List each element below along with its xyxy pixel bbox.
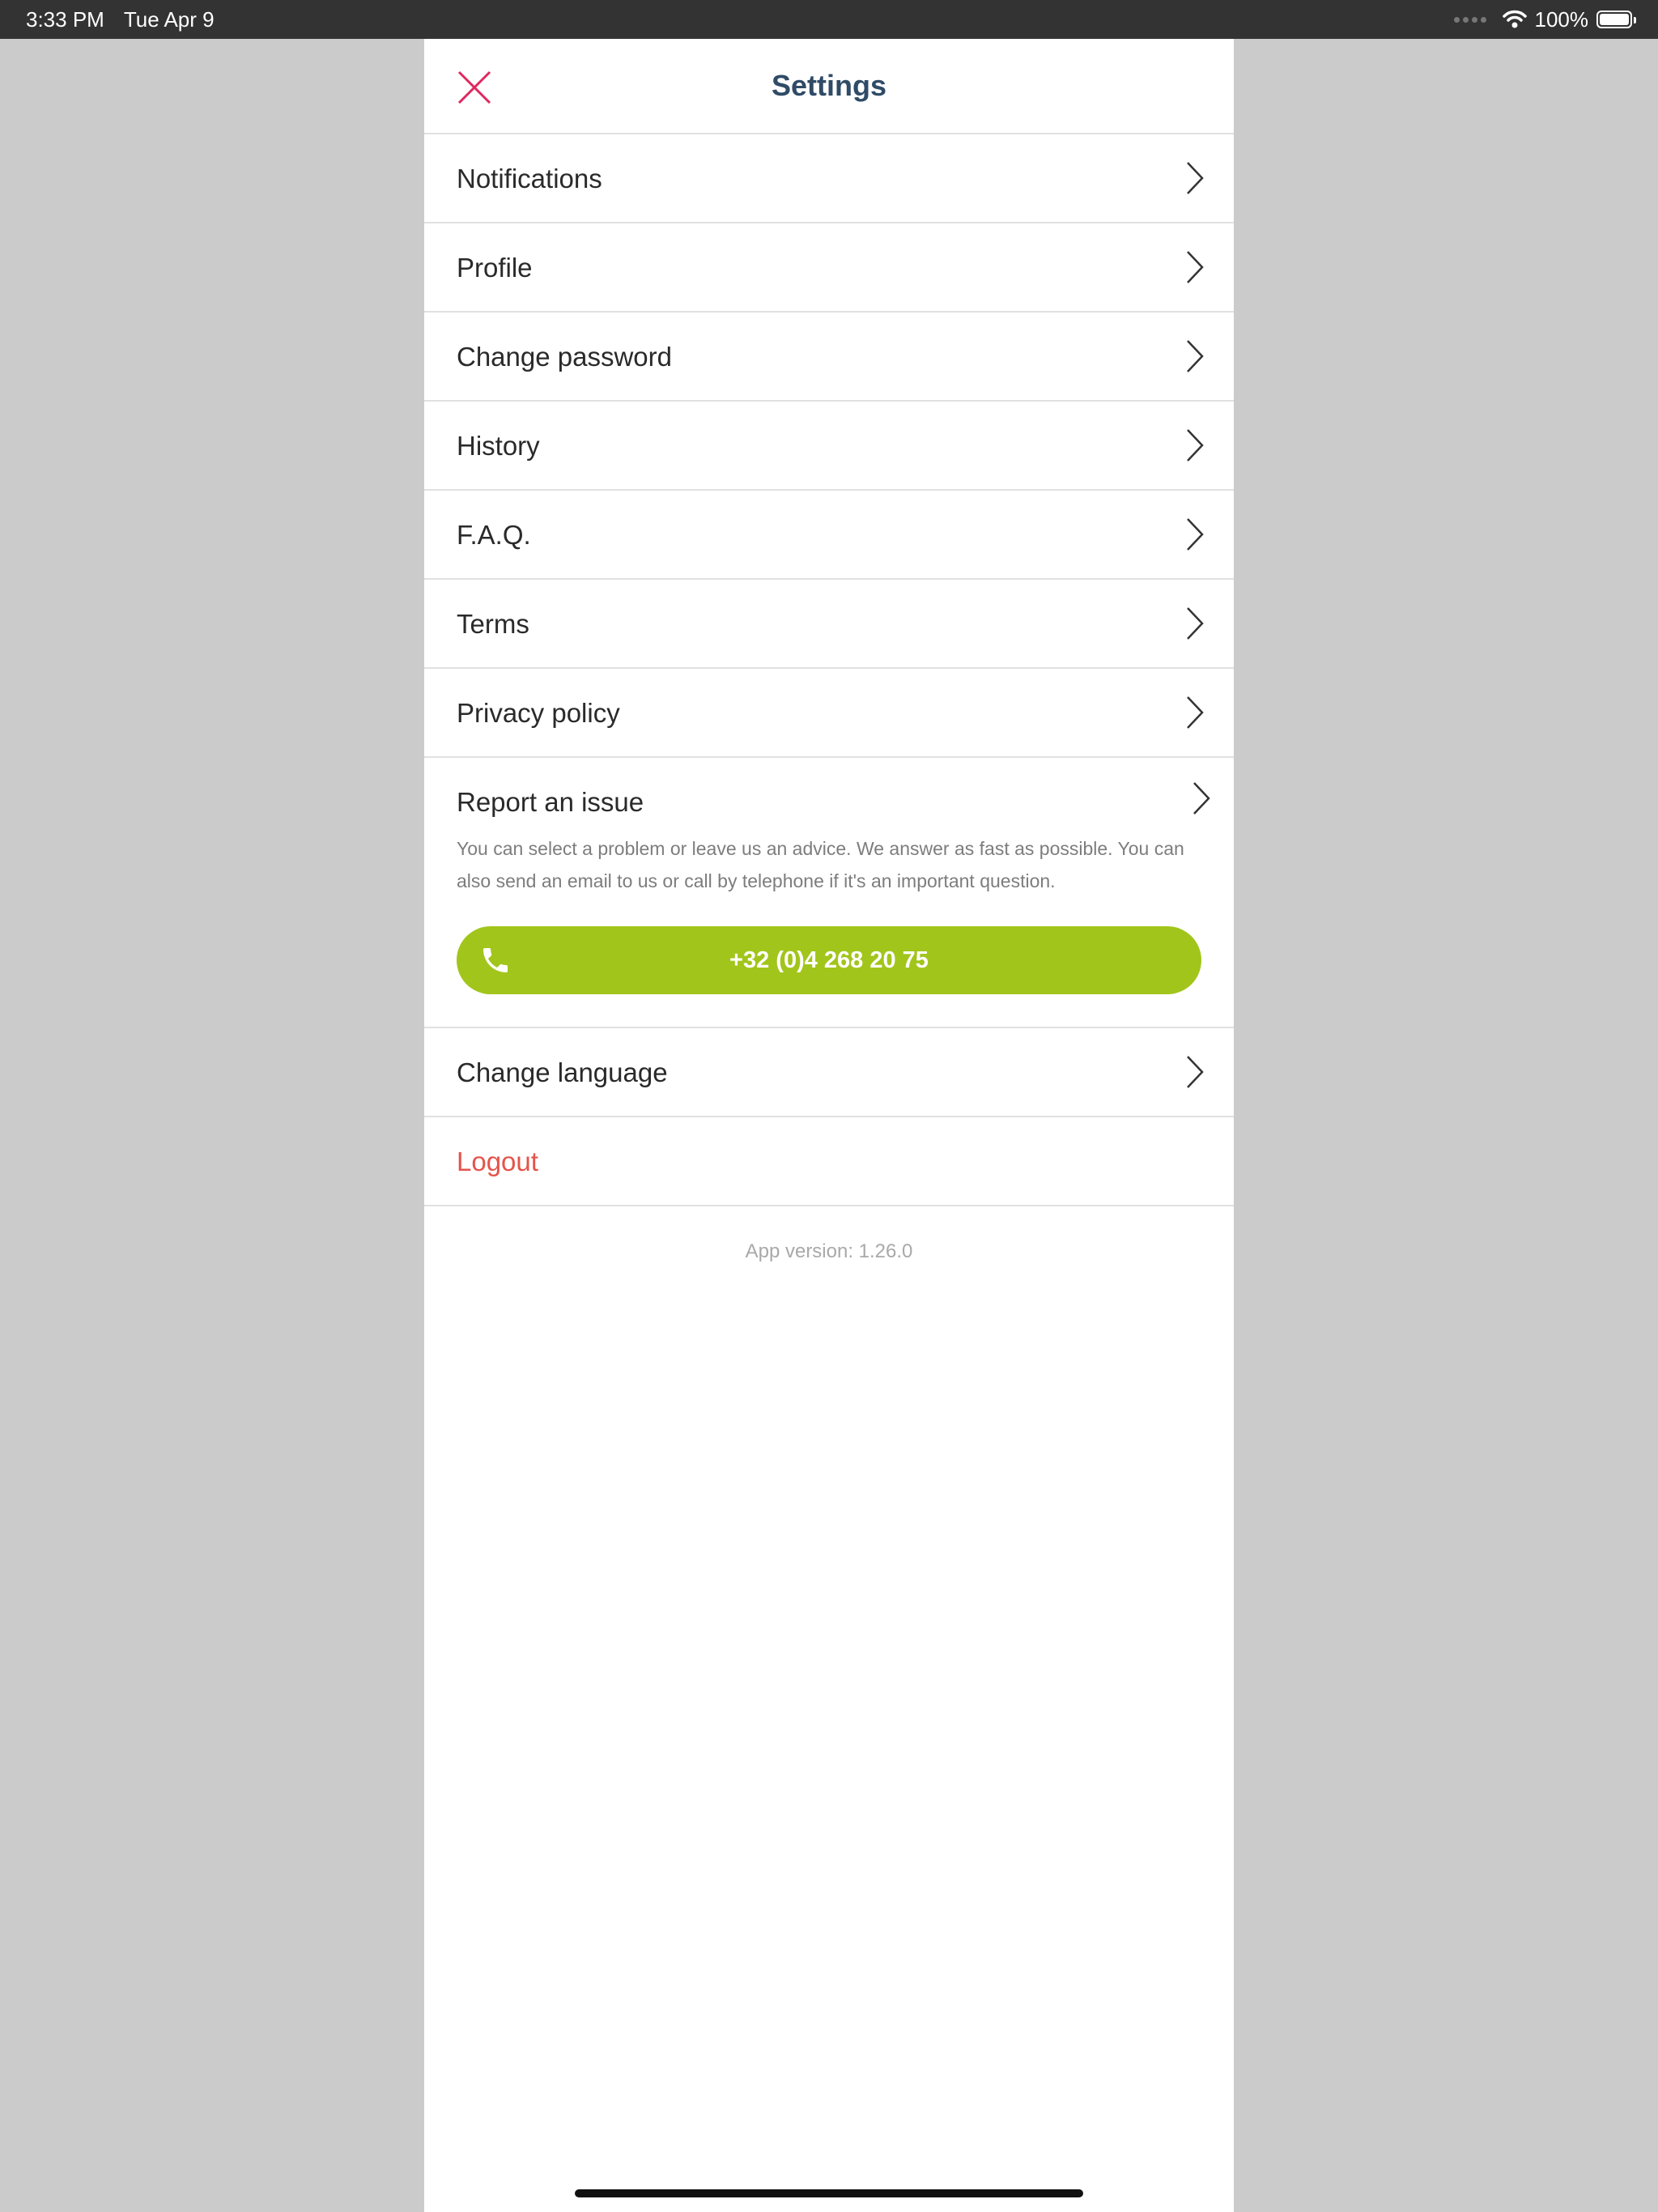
chevron-right-icon <box>1187 429 1204 462</box>
menu-item-label: Report an issue <box>457 787 644 817</box>
menu-item-terms[interactable]: Terms <box>424 580 1234 669</box>
logout-button[interactable]: Logout <box>424 1117 1234 1206</box>
menu-item-privacy-policy[interactable]: Privacy policy <box>424 669 1234 758</box>
battery-icon <box>1596 11 1636 28</box>
page-title: Settings <box>771 69 886 102</box>
signal-dots-icon <box>1453 16 1486 23</box>
settings-header: Settings <box>424 39 1234 134</box>
status-bar: 3:33 PM Tue Apr 9 100% <box>0 0 1658 39</box>
chevron-right-icon <box>1193 782 1210 815</box>
chevron-right-icon <box>1187 696 1204 729</box>
chevron-right-icon <box>1187 1056 1204 1088</box>
status-left: 3:33 PM Tue Apr 9 <box>26 6 215 32</box>
menu-item-label: Terms <box>457 609 529 639</box>
menu-item-change-password[interactable]: Change password <box>424 313 1234 402</box>
menu-item-label: Notifications <box>457 164 602 194</box>
menu-item-label: F.A.Q. <box>457 520 531 550</box>
menu-item-label: Change language <box>457 1057 668 1087</box>
menu-item-faq[interactable]: F.A.Q. <box>424 491 1234 580</box>
chevron-right-icon <box>1187 340 1204 372</box>
chevron-right-icon <box>1187 162 1204 194</box>
menu-item-change-language[interactable]: Change language <box>424 1028 1234 1117</box>
menu-item-label: Profile <box>457 253 533 283</box>
chevron-right-icon <box>1187 607 1204 640</box>
chevron-right-icon <box>1187 518 1204 551</box>
settings-panel: Settings Notifications Profile Change pa… <box>424 39 1234 2212</box>
call-phone-button[interactable]: +32 (0)4 268 20 75 <box>457 926 1201 994</box>
menu-item-report-issue[interactable]: Report an issue <box>424 758 1234 839</box>
report-issue-section: Report an issue You can select a problem… <box>424 758 1234 1028</box>
menu-item-notifications[interactable]: Notifications <box>424 134 1234 223</box>
status-time: 3:33 PM <box>26 7 104 32</box>
battery-percent: 100% <box>1534 6 1589 32</box>
logout-label: Logout <box>457 1146 538 1176</box>
menu-item-label: History <box>457 431 540 461</box>
app-version: App version: 1.26.0 <box>745 1240 913 1262</box>
battery-fill <box>1600 14 1629 25</box>
menu-item-profile[interactable]: Profile <box>424 223 1234 313</box>
menu-item-history[interactable]: History <box>424 402 1234 491</box>
report-description: You can select a problem or leave us an … <box>457 838 1184 891</box>
chevron-right-icon <box>1187 251 1204 283</box>
menu-item-label: Privacy policy <box>457 698 620 728</box>
status-right: 100% <box>1453 6 1636 32</box>
home-indicator[interactable] <box>575 2189 1083 2197</box>
wifi-icon <box>1502 10 1527 28</box>
menu-item-label: Change password <box>457 342 672 372</box>
status-date: Tue Apr 9 <box>123 7 215 32</box>
phone-number: +32 (0)4 268 20 75 <box>729 947 929 973</box>
